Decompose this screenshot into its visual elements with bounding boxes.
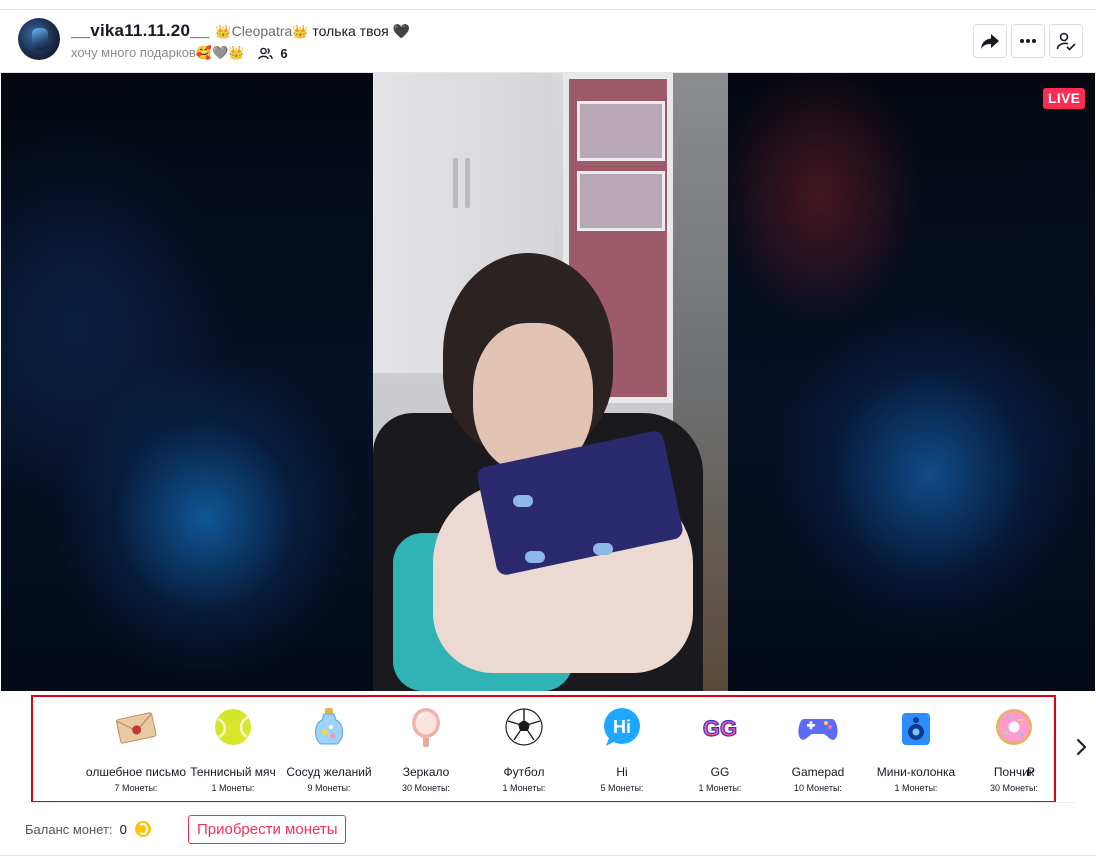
hi-bubble-icon: Hi bbox=[600, 705, 644, 749]
viewers-icon bbox=[258, 47, 274, 59]
live-header: __vika11.11.20__ 👑Cleopatra👑 толька твоя… bbox=[0, 10, 1096, 72]
gift-item[interactable]: Мини-колонка 1 Монеты: bbox=[868, 697, 964, 801]
donut-icon bbox=[992, 705, 1036, 749]
gift-price: 10 Монеты: bbox=[794, 783, 842, 793]
gift-name: Теннисный мяч bbox=[190, 765, 276, 779]
video-blur-left bbox=[1, 73, 373, 691]
gift-name: олшебное письмо bbox=[85, 765, 187, 779]
gift-item[interactable]: Hi Hi 5 Монеты: bbox=[574, 697, 670, 801]
gift-item[interactable]: Р bbox=[1027, 697, 1054, 801]
host-avatar[interactable] bbox=[18, 18, 60, 60]
gift-item[interactable]: олшебное письмо 7 Монеты: bbox=[86, 697, 186, 801]
bio-row: хочу много подарков🥰🩶👑 6 bbox=[71, 44, 288, 62]
share-icon bbox=[981, 34, 999, 49]
gift-name: Футбол bbox=[503, 765, 545, 779]
gift-name: Gamepad bbox=[791, 765, 845, 779]
tennis-ball-icon bbox=[211, 705, 255, 749]
more-icon bbox=[1020, 39, 1036, 43]
chevron-right-icon bbox=[1077, 739, 1086, 755]
gift-name: Зеркало bbox=[402, 765, 450, 779]
balance-label: Баланс монет: bbox=[25, 821, 113, 837]
gift-price: 1 Монеты: bbox=[698, 783, 742, 793]
username-row: __vika11.11.20__ 👑Cleopatra👑 толька твоя… bbox=[71, 20, 410, 42]
viewer-count: 6 bbox=[280, 45, 288, 61]
svg-text:Hi: Hi bbox=[613, 717, 631, 737]
bottom-divider bbox=[0, 855, 1096, 856]
host-nickname: 👑Cleopatra👑 толька твоя 🖤 bbox=[215, 23, 410, 40]
gamepad-icon bbox=[796, 705, 840, 749]
soccer-ball-icon bbox=[502, 705, 546, 749]
gift-name: GG bbox=[710, 765, 730, 779]
gift-price: 1 Монеты: bbox=[211, 783, 255, 793]
gift-panel: олшебное письмо 7 Монеты: Теннисный мяч 1 М… bbox=[31, 695, 1056, 803]
mini-speaker-icon bbox=[894, 705, 938, 749]
video-blur-right bbox=[728, 73, 1095, 691]
gift-list: олшебное письмо 7 Монеты: Теннисный мяч 1 М… bbox=[33, 697, 1054, 801]
gift-name: Мини-колонка bbox=[876, 765, 956, 779]
gift-item[interactable]: Сосуд желаний 9 Монеты: bbox=[281, 697, 377, 801]
follow-icon bbox=[1056, 32, 1076, 51]
gift-name: Р bbox=[1027, 765, 1036, 779]
gift-price: 1 Монеты: bbox=[894, 783, 938, 793]
gift-item[interactable]: Gamepad 10 Монеты: bbox=[770, 697, 866, 801]
gift-item[interactable]: Футбол 1 Монеты: bbox=[476, 697, 572, 801]
balance-divider bbox=[25, 802, 1075, 803]
gift-item[interactable]: Теннисный мяч 1 Монеты: bbox=[185, 697, 281, 801]
stream-frame bbox=[373, 73, 728, 691]
gift-item[interactable]: GG GG 1 Монеты: bbox=[672, 697, 768, 801]
live-title: хочу много подарков🥰🩶👑 bbox=[71, 45, 245, 60]
gift-next-button[interactable] bbox=[1070, 736, 1092, 758]
gift-name: Hi bbox=[616, 765, 628, 779]
wish-bottle-icon bbox=[307, 705, 351, 749]
buy-coins-button[interactable]: Приобрести монеты bbox=[188, 815, 347, 844]
coin-balance: Баланс монет: 0 bbox=[25, 818, 151, 840]
host-username[interactable]: __vika11.11.20__ bbox=[71, 21, 209, 41]
nickname-name: Cleopatra bbox=[231, 22, 293, 39]
live-video-player[interactable] bbox=[1, 73, 1095, 691]
follow-button[interactable] bbox=[1049, 24, 1083, 58]
gift-price: 30 Монеты: bbox=[402, 783, 450, 793]
gift-price: 9 Монеты: bbox=[307, 783, 351, 793]
gift-price: 1 Монеты: bbox=[502, 783, 546, 793]
crown-icon: 👑 bbox=[215, 23, 232, 39]
crown-icon: 👑 bbox=[292, 23, 309, 39]
gift-price: 5 Монеты: bbox=[600, 783, 644, 793]
gift-item[interactable]: Зеркало 30 Монеты: bbox=[378, 697, 474, 801]
envelope-icon bbox=[114, 705, 158, 749]
gift-name: Сосуд желаний bbox=[286, 765, 372, 779]
svg-text:GG: GG bbox=[703, 716, 737, 741]
mirror-icon bbox=[404, 705, 448, 749]
gift-price: 7 Монеты: bbox=[114, 783, 158, 793]
coin-icon bbox=[134, 821, 151, 837]
gg-icon: GG bbox=[698, 705, 742, 749]
live-badge: LIVE bbox=[1043, 88, 1086, 109]
balance-value: 0 bbox=[119, 821, 127, 837]
nickname-tail: толька твоя 🖤 bbox=[308, 22, 411, 39]
share-button[interactable] bbox=[973, 24, 1007, 58]
viewer-count-group[interactable]: 6 bbox=[258, 45, 288, 61]
more-options-button[interactable] bbox=[1011, 24, 1045, 58]
